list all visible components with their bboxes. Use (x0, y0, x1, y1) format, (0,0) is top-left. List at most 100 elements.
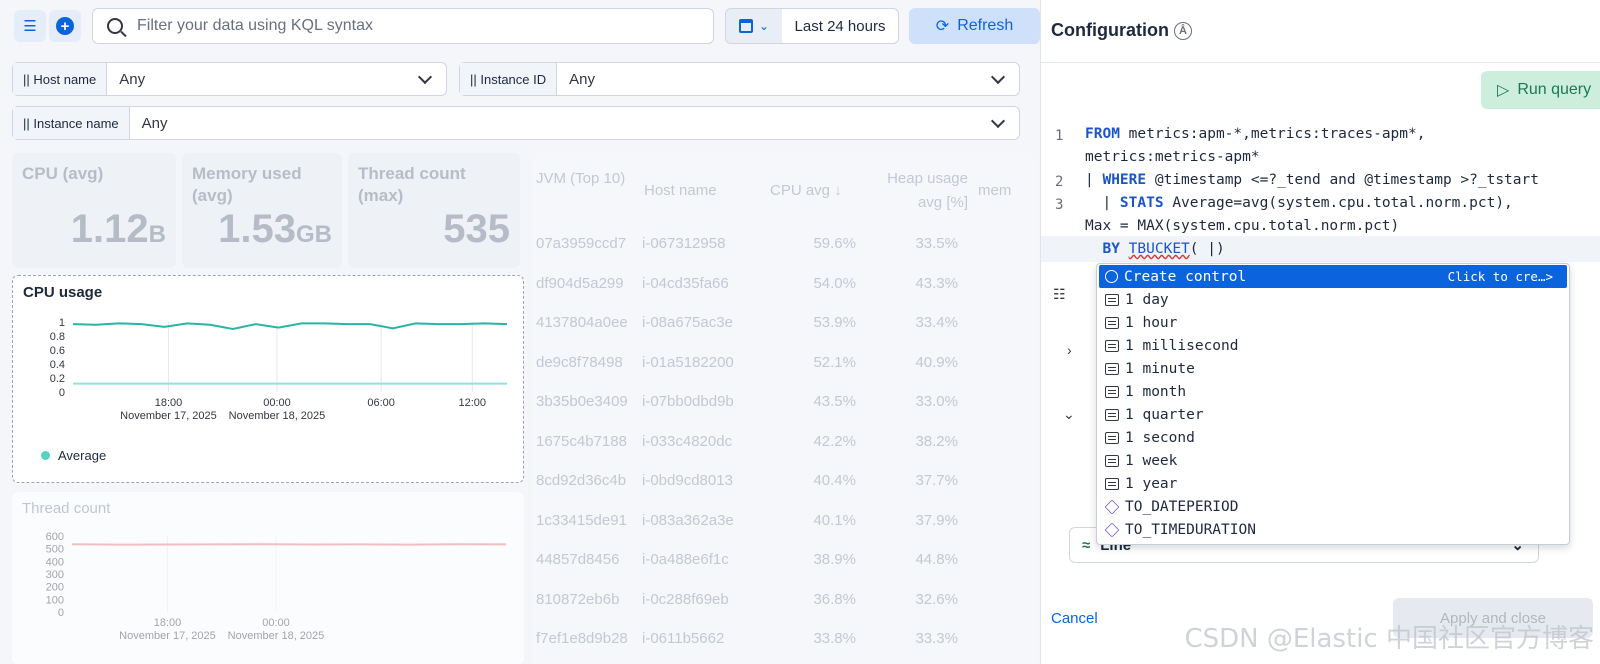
code-line: | WHERE @timestamp <=?_tend and @timesta… (1085, 172, 1539, 188)
table-cell: 54.0% (813, 274, 856, 292)
code-line: metrics:metrics-apm* (1085, 149, 1260, 165)
kql-search-input[interactable]: Filter your data using KQL syntax (92, 8, 714, 44)
chevron-down-icon (990, 69, 1006, 84)
autocomplete-label: 1 day (1125, 291, 1169, 308)
metric-cpu: CPU (avg) 1.12B (12, 153, 176, 268)
autocomplete-item[interactable]: TO_DATEPERIOD (1099, 495, 1567, 518)
table-cell: i-04cd35fa66 (642, 274, 729, 292)
autocomplete-item[interactable]: 1 millisecond (1099, 334, 1567, 357)
x-tick-label: 06:00 (367, 397, 395, 409)
time-range-display[interactable]: Last 24 hours (782, 8, 899, 44)
flyout-title-text: Configuration (1051, 20, 1169, 40)
chevron-down-icon (990, 113, 1006, 128)
table-cell: de9c8f78498 (536, 353, 623, 371)
table-cell: 1c33415de91 (536, 511, 627, 529)
legend-label: Average (58, 448, 107, 463)
metric-memory: Memory used (avg) 1.53GB (182, 153, 342, 268)
autocomplete-item[interactable]: 1 minute (1099, 357, 1567, 380)
table-row: 3b35b0e3409 i-07bb0dbd9b 43.5% 33.0% (532, 383, 1038, 421)
chevron-down-icon (417, 69, 433, 84)
column-header[interactable]: JVM (Top 10) (536, 167, 636, 191)
table-cell: i-033c4820dc (642, 432, 733, 450)
column-header[interactable]: mem (978, 179, 1038, 203)
run-query-label: Run query (1517, 81, 1592, 98)
x-date-label: November 17, 2025 (119, 630, 216, 642)
chart-legend: Average (41, 448, 106, 463)
autocomplete-item-create-control[interactable]: Create control Click to cre…> (1099, 265, 1567, 288)
column-header[interactable]: Host name (644, 179, 764, 203)
filter-menu-button[interactable]: ☰ (14, 10, 46, 42)
table-cell: 33.8% (813, 630, 856, 647)
autocomplete-label: 1 millisecond (1125, 337, 1239, 354)
date-picker-button[interactable]: ⌄ (725, 8, 783, 44)
metric-number: 1.12 (70, 207, 149, 251)
code-line: Max = MAX(system.cpu.total.norm.pct) (1085, 218, 1400, 234)
autocomplete-item[interactable]: 1 quarter (1099, 403, 1567, 426)
table-cell: 53.9% (813, 314, 856, 331)
table-cell: 3b35b0e3409 (536, 393, 628, 410)
table-cell: df904d5a299 (536, 274, 624, 292)
autocomplete-popup: Create control Click to cre…> 1 day 1 hour 1… (1096, 263, 1570, 545)
table-cell: 42.2% (813, 432, 856, 450)
run-query-button[interactable]: ▷ Run query (1481, 71, 1600, 109)
y-tick-label: 0.6 (50, 345, 65, 357)
metric-unit: GB (296, 221, 332, 248)
autocomplete-item[interactable]: 1 hour (1099, 311, 1567, 334)
table-cell: i-083a362a3e (642, 511, 734, 529)
cancel-button[interactable]: Cancel (1051, 610, 1098, 627)
text-icon (1105, 454, 1119, 467)
control-host-name[interactable]: || Host name Any (12, 62, 447, 96)
table-row: 07a3959ccd7 i-067312958 59.6% 33.5% (532, 225, 1038, 263)
refresh-label: Refresh (957, 17, 1014, 34)
panel-title: Thread count (22, 500, 111, 517)
table-cell: 43.5% (813, 393, 856, 410)
thread-line-chart: 6005004003002001000 18:00November 17, 202… (46, 531, 507, 642)
esql-editor[interactable]: 1 2 3 4 FROM metrics:apm-*,metrics:trace… (1041, 118, 1600, 278)
control-instance-name[interactable]: || Instance name Any (12, 106, 1020, 140)
code-line: FROM metrics:apm-*,metrics:traces-apm*, (1085, 126, 1426, 142)
add-filter-button[interactable]: + (49, 10, 81, 42)
metric-number: 1.53 (218, 207, 296, 251)
y-tick-label: 0.4 (50, 359, 65, 371)
table-cell: 8cd92d36c4b (536, 472, 627, 489)
thread-count-panel[interactable]: Thread count 600 500 400 300 200 100 0 18:00 Nov… (12, 492, 524, 664)
y-tick-label: 500 (46, 544, 64, 556)
autocomplete-item[interactable]: 1 second (1099, 426, 1567, 449)
table-cell: 38.2% (915, 432, 958, 450)
table-cell: 44857d8456 (536, 551, 620, 568)
table-cell: 33.3% (915, 630, 958, 647)
x-date-label: November 17, 2025 (120, 410, 217, 422)
table-cell: 07a3959ccd7 (536, 235, 627, 252)
cpu-usage-panel[interactable]: CPU usage 1 0.8 0.6 0.4 0.2 0 18:00 November 17… (12, 275, 524, 483)
table-cell: 43.3% (915, 274, 958, 292)
autocomplete-item[interactable]: 1 week (1099, 449, 1567, 472)
metric-value: 535 (443, 207, 510, 252)
control-label: || Instance ID (460, 63, 558, 95)
refresh-button[interactable]: ⟳ Refresh (909, 8, 1040, 44)
column-header[interactable]: Heap usage avg [%] (872, 167, 968, 215)
refresh-icon: ⟳ (935, 18, 950, 35)
dashboard-pane: ☰ + Filter your data using KQL syntax ⌄ … (0, 0, 1040, 664)
table-row: 8cd92d36c4b i-0bd9cd8013 40.4% 37.7% (532, 462, 1038, 500)
table-cell: 33.5% (915, 235, 958, 252)
table-cell: 40.9% (915, 353, 958, 371)
table-cell: i-0611b5662 (642, 630, 725, 647)
control-label-text: Instance name (33, 115, 119, 131)
x-tick-label: 12:00 (459, 397, 487, 409)
control-instance-id[interactable]: || Instance ID Any (459, 62, 1020, 96)
watermark: CSDN @Elastic 中国社区官方博客 (1184, 624, 1594, 654)
x-tick-label: 00:00 (263, 397, 291, 409)
autocomplete-item[interactable]: 1 month (1099, 380, 1567, 403)
table-cell: i-0c288f69eb (642, 590, 729, 608)
autocomplete-item[interactable]: 1 day (1099, 288, 1567, 311)
autocomplete-label: 1 minute (1125, 360, 1195, 377)
table-cell: 32.6% (915, 590, 958, 608)
panel-title: CPU usage (23, 284, 103, 301)
table-cell: i-01a5182200 (642, 353, 734, 371)
autocomplete-label: 1 hour (1125, 314, 1178, 331)
autocomplete-item[interactable]: 1 year (1099, 472, 1567, 495)
plus-icon: + (56, 17, 74, 35)
search-placeholder: Filter your data using KQL syntax (137, 17, 373, 34)
autocomplete-item[interactable]: TO_TIMEDURATION (1099, 518, 1567, 541)
line-number: 2 (1055, 174, 1064, 190)
